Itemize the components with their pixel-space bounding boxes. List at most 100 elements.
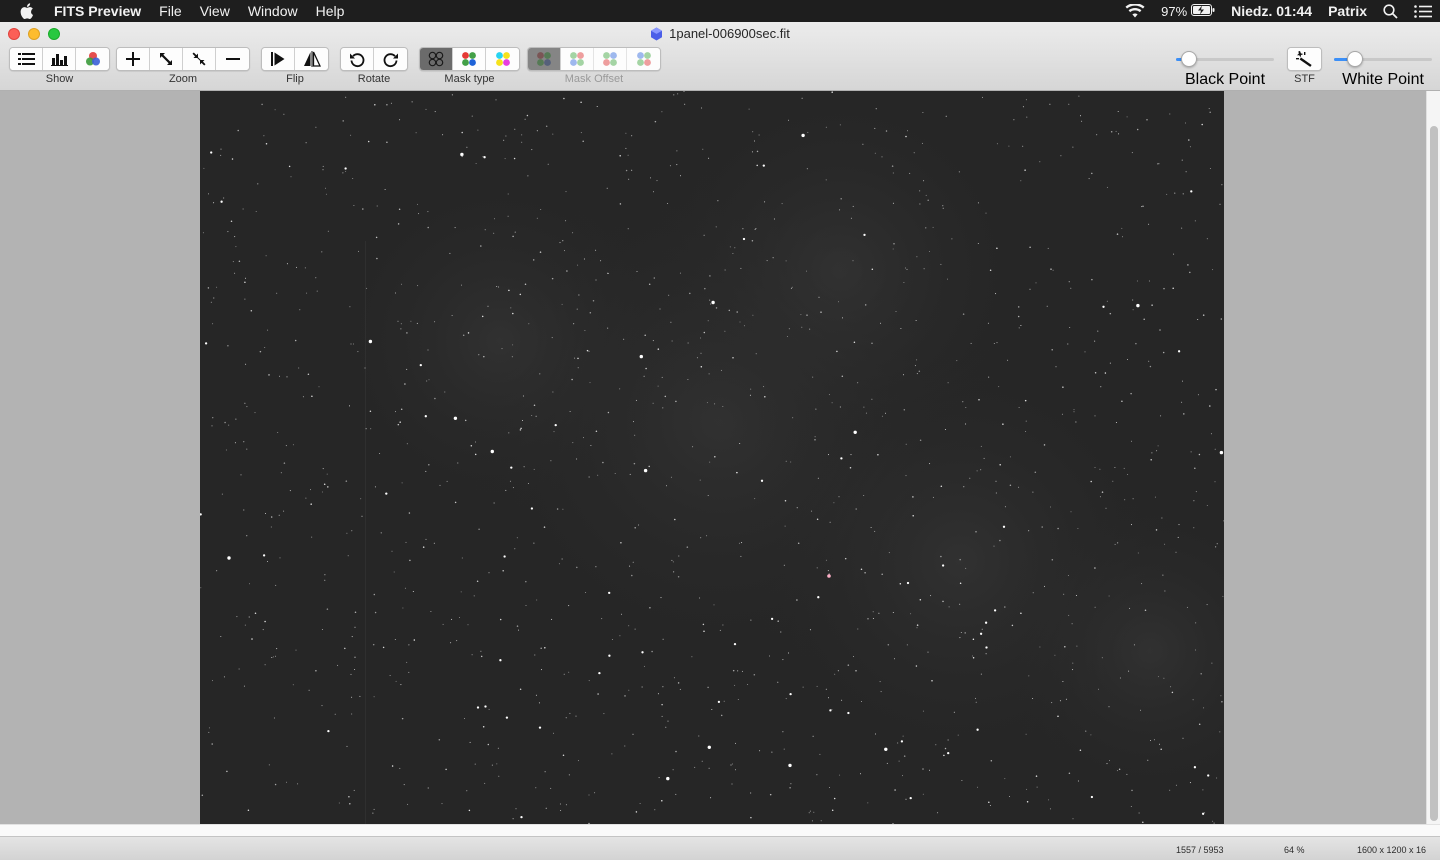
star: [1117, 111, 1119, 112]
vertical-scrollbar[interactable]: [1426, 91, 1440, 824]
menu-app-name[interactable]: FITS Preview: [54, 0, 150, 22]
zoom-actual-size-button[interactable]: [183, 48, 216, 70]
star: [828, 394, 830, 396]
menu-view[interactable]: View: [191, 0, 239, 22]
star: [251, 638, 253, 640]
star: [400, 408, 403, 410]
flip-horizontal-button[interactable]: [295, 48, 328, 70]
star: [999, 464, 1001, 466]
star: [853, 430, 857, 434]
star: [316, 290, 318, 292]
star: [401, 717, 404, 720]
white-point-knob[interactable]: [1347, 51, 1363, 67]
mask-offset-3-button[interactable]: [627, 48, 660, 70]
window-title-text: 1panel-006900sec.fit: [669, 26, 790, 41]
mask-type-rgb-button[interactable]: [453, 48, 486, 70]
star: [940, 555, 942, 558]
horizontal-scrollbar[interactable]: [0, 824, 1440, 836]
star: [462, 334, 465, 337]
star: [611, 639, 613, 640]
star: [1221, 184, 1223, 186]
menu-file[interactable]: File: [150, 0, 191, 22]
zoom-out-button[interactable]: [216, 48, 249, 70]
star: [806, 168, 808, 170]
vertical-scroll-thumb[interactable]: [1430, 126, 1438, 821]
star: [638, 524, 640, 526]
star: [522, 420, 523, 421]
battery-status[interactable]: 97%: [1161, 3, 1215, 19]
star: [750, 619, 752, 621]
wifi-icon[interactable]: [1125, 4, 1145, 18]
star: [608, 591, 611, 595]
star: [234, 442, 236, 444]
star: [255, 211, 257, 212]
star: [932, 496, 934, 498]
spotlight-search-icon[interactable]: [1383, 3, 1398, 19]
menu-clock[interactable]: Niedz. 01:44: [1231, 3, 1312, 19]
star: [704, 287, 706, 290]
black-point-slider[interactable]: [1176, 47, 1274, 71]
rotate-right-button[interactable]: [374, 48, 407, 70]
star: [237, 129, 239, 132]
star: [1026, 788, 1028, 790]
fits-star-field-image[interactable]: [200, 91, 1224, 824]
star: [796, 507, 798, 509]
star: [816, 567, 818, 569]
star: [483, 156, 486, 159]
mask-offset-2-button[interactable]: [594, 48, 627, 70]
star: [623, 338, 625, 340]
star: [671, 559, 673, 561]
star: [871, 398, 873, 400]
star: [643, 375, 645, 377]
zoom-to-fit-button[interactable]: [150, 48, 183, 70]
zoom-in-button[interactable]: [117, 48, 150, 70]
star: [1047, 247, 1049, 249]
star: [675, 400, 677, 403]
star: [700, 352, 702, 354]
star: [426, 380, 428, 382]
star: [1013, 119, 1015, 121]
image-viewport[interactable]: [0, 91, 1426, 824]
star: [350, 673, 352, 675]
star: [243, 441, 245, 443]
star: [734, 684, 736, 686]
star: [709, 275, 711, 277]
black-point-knob[interactable]: [1181, 51, 1197, 67]
star: [959, 637, 961, 639]
apple-menu-icon[interactable]: [0, 3, 54, 19]
star: [1140, 709, 1141, 711]
star: [1118, 133, 1120, 135]
mask-type-cmy-button[interactable]: [486, 48, 519, 70]
star: [943, 754, 945, 757]
white-point-slider[interactable]: [1334, 47, 1432, 71]
star: [1181, 401, 1183, 403]
star: [611, 753, 613, 755]
color-channels-button[interactable]: [76, 48, 109, 70]
mask-offset-0-button[interactable]: [528, 48, 561, 70]
rotate-left-button[interactable]: [341, 48, 374, 70]
star: [710, 797, 712, 799]
mask-type-mono-button[interactable]: [420, 48, 453, 70]
menu-help[interactable]: Help: [307, 0, 354, 22]
histogram-button[interactable]: [43, 48, 76, 70]
star: [874, 530, 876, 532]
star: [382, 646, 385, 649]
star: [577, 264, 579, 266]
flip-vertical-button[interactable]: [262, 48, 295, 70]
star: [754, 498, 756, 500]
notification-center-icon[interactable]: [1414, 4, 1432, 18]
star: [575, 715, 577, 717]
star: [1105, 507, 1107, 509]
stf-auto-stretch-button[interactable]: [1288, 48, 1321, 70]
mask-offset-1-button[interactable]: [561, 48, 594, 70]
menu-window[interactable]: Window: [239, 0, 307, 22]
star: [706, 535, 708, 537]
star: [1197, 394, 1199, 396]
star: [929, 251, 930, 252]
menu-user[interactable]: Patrix: [1328, 3, 1367, 19]
star: [958, 171, 960, 173]
star: [1072, 146, 1074, 148]
info-list-button[interactable]: [10, 48, 43, 70]
star: [732, 669, 735, 672]
star: [816, 685, 818, 687]
